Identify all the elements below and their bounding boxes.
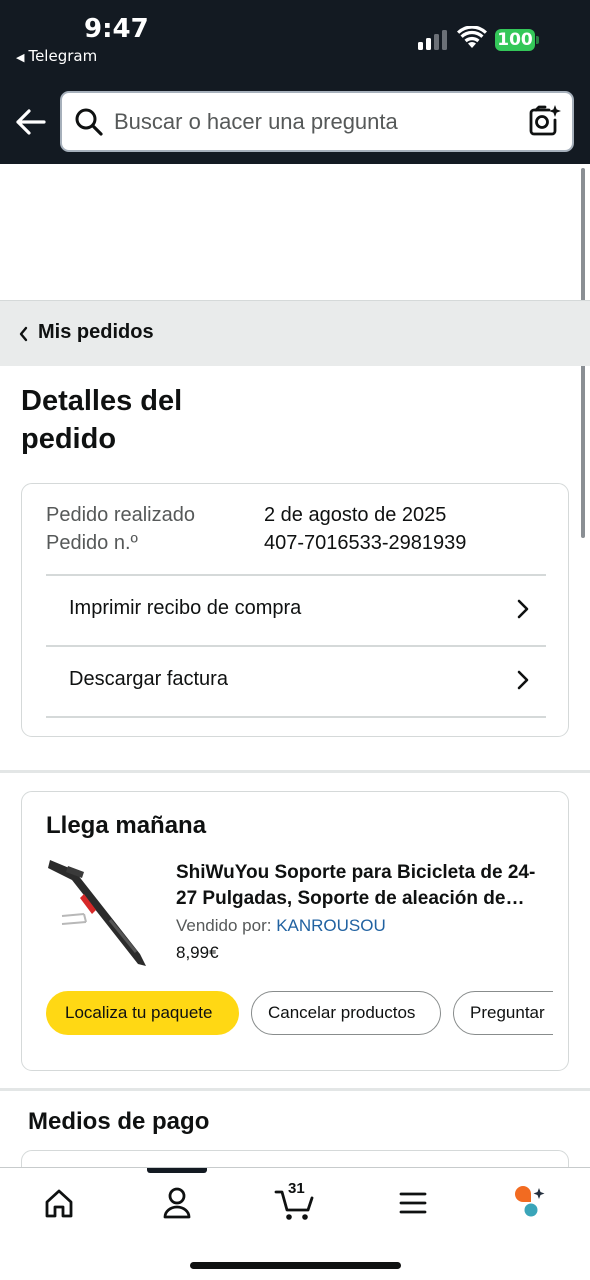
section-separator: [0, 1088, 590, 1091]
cart-count-badge: 31: [288, 1180, 305, 1197]
order-summary-card: Pedido realizado 2 de agosto de 2025 Ped…: [21, 483, 569, 737]
search-input[interactable]: [114, 105, 514, 139]
shipment-card: Llega mañana ShiWuYou Soporte para Bicic…: [21, 791, 569, 1071]
camera-search-icon[interactable]: [527, 104, 561, 138]
back-triangle-icon: ◀: [16, 51, 25, 64]
product-title-link[interactable]: ShiWuYou Soporte para Bicicleta de 24-27…: [176, 860, 548, 912]
download-invoice-link[interactable]: Descargar factura: [46, 647, 546, 717]
chevron-right-icon: [517, 670, 529, 690]
print-receipt-label: Imprimir recibo de compra: [69, 597, 302, 619]
track-package-button[interactable]: Localiza tu paquete: [46, 991, 239, 1035]
wifi-icon: [457, 26, 487, 48]
chevron-left-icon: [19, 326, 28, 342]
page-title: Detalles del pedido: [21, 385, 183, 455]
top-bar: 9:47 ◀ Telegram 100: [0, 0, 590, 164]
seller-label: Vendido por:: [176, 916, 272, 935]
account-icon[interactable]: [147, 1182, 207, 1226]
divider: [46, 716, 546, 718]
active-tab-indicator: [147, 1168, 207, 1173]
section-separator: [0, 770, 590, 773]
product-price: 8,99€: [176, 943, 219, 962]
print-receipt-link[interactable]: Imprimir recibo de compra: [46, 576, 546, 646]
order-placed-label: Pedido realizado: [46, 504, 195, 526]
ask-question-button[interactable]: Preguntar: [453, 991, 553, 1035]
shipment-actions: Localiza tu paquete Cancelar productos P…: [46, 991, 553, 1037]
back-to-app-link[interactable]: ◀ Telegram: [16, 47, 97, 65]
home-indicator[interactable]: [190, 1262, 401, 1269]
rufus-icon[interactable]: [501, 1182, 561, 1226]
breadcrumb-label: Mis pedidos: [38, 321, 154, 343]
battery-indicator: 100: [495, 29, 539, 51]
seller-info: Vendido por: KANROUSOU: [176, 916, 386, 936]
menu-icon[interactable]: [383, 1182, 443, 1226]
back-arrow-icon[interactable]: [14, 106, 48, 138]
delivery-status-title: Llega mañana: [46, 812, 207, 839]
status-time: 9:47: [84, 14, 149, 44]
cancel-items-button[interactable]: Cancelar productos: [251, 991, 441, 1035]
payment-methods-title: Medios de pago: [28, 1108, 210, 1135]
chevron-right-icon: [517, 599, 529, 619]
product-image[interactable]: [44, 854, 156, 970]
back-app-label: Telegram: [28, 47, 98, 65]
seller-link[interactable]: KANROUSOU: [276, 916, 386, 935]
home-icon[interactable]: [29, 1182, 89, 1226]
search-icon: [75, 108, 103, 136]
breadcrumb[interactable]: Mis pedidos: [0, 300, 590, 366]
search-bar[interactable]: [60, 91, 574, 152]
battery-level: 100: [495, 29, 535, 51]
download-invoice-label: Descargar factura: [69, 668, 228, 690]
order-placed-value: 2 de agosto de 2025: [264, 504, 447, 526]
order-number-value: 407-7016533-2981939: [264, 532, 467, 554]
cellular-signal-icon: [418, 30, 450, 50]
order-number-label: Pedido n.º: [46, 532, 138, 554]
